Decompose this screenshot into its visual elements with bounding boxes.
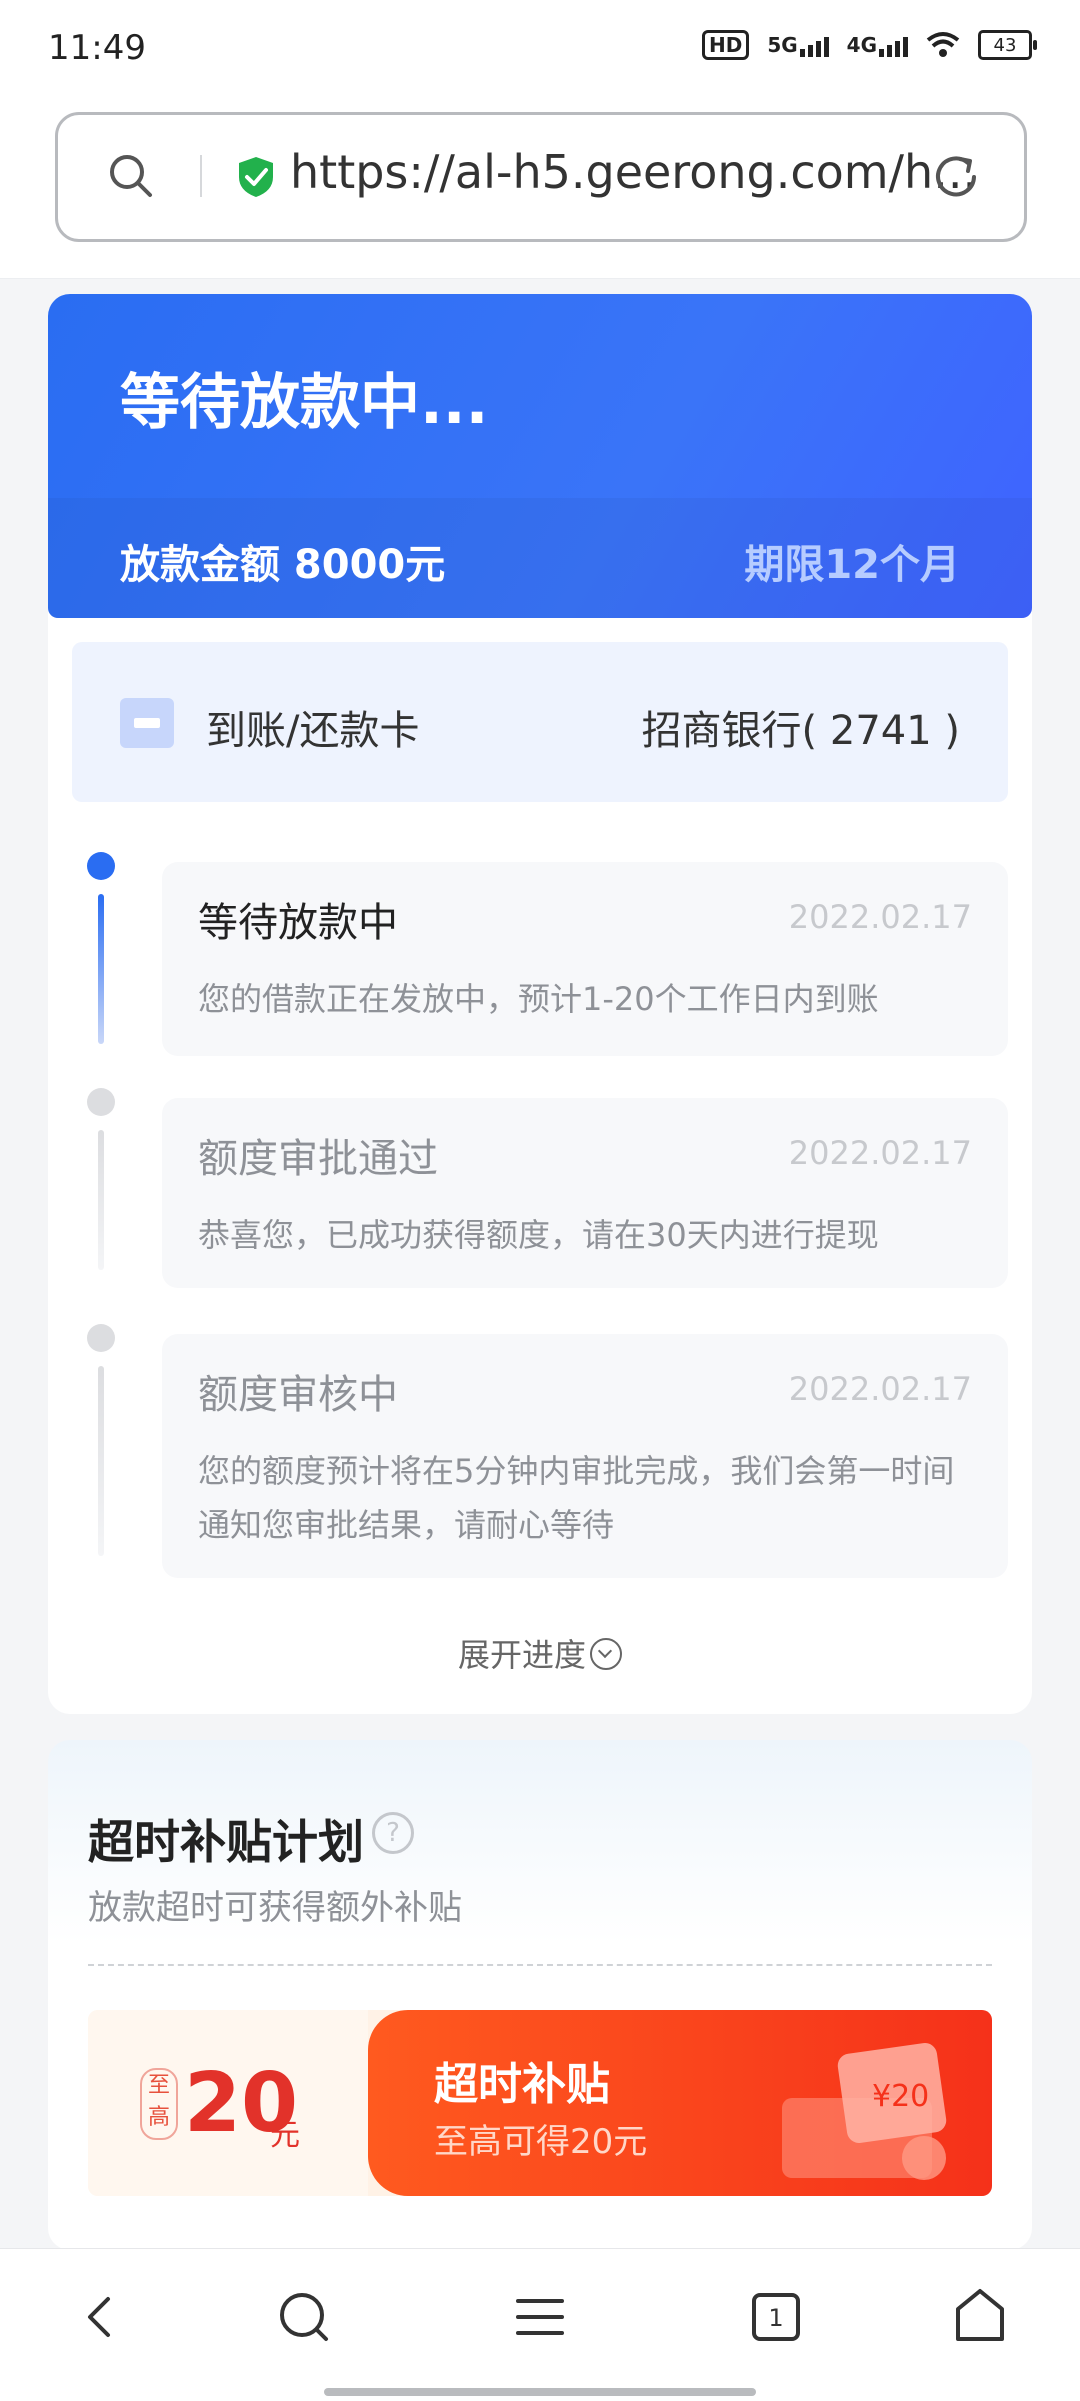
- timeline-dot: [87, 1088, 115, 1116]
- divider: [200, 155, 202, 197]
- timeline-box: 额度审核中 2022.02.17 您的额度预计将在5分钟内审批完成，我们会第一时…: [162, 1334, 1008, 1578]
- subsidy-card: 超时补贴计划 ? 放款超时可获得额外补贴 至高 20 元 超时补贴 至高可得20…: [48, 1740, 1032, 2250]
- refresh-icon[interactable]: [930, 151, 982, 203]
- timeline-date: 2022.02.17: [788, 898, 972, 936]
- timeline-dot-active: [87, 852, 115, 880]
- timeline-box: 额度审批通过 2022.02.17 恭喜您，已成功获得额度，请在30天内进行提现: [162, 1098, 1008, 1288]
- coupon-title: 超时补贴: [434, 2059, 610, 2110]
- timeline-dot: [87, 1324, 115, 1352]
- timeline-line: [98, 894, 104, 1044]
- timeline-item: 额度审核中 2022.02.17 您的额度预计将在5分钟内审批完成，我们会第一时…: [48, 1324, 1032, 1578]
- bank-card-label: 到账/还款卡: [206, 708, 420, 754]
- subsidy-coupon[interactable]: 至高 20 元 超时补贴 至高可得20元 ¥20: [88, 2010, 992, 2196]
- loan-status-card: 等待放款中... 放款金额 8000元 期限12个月 到账/还款卡 招商银行( …: [48, 294, 1032, 1714]
- chevron-down-icon: [590, 1638, 622, 1670]
- bank-card-row[interactable]: 到账/还款卡 招商银行( 2741 ): [72, 642, 1008, 802]
- timeline-desc: 您的额度预计将在5分钟内审批完成，我们会第一时间通知您审批结果，请耐心等待: [198, 1452, 955, 1544]
- timeline-line: [98, 1366, 104, 1556]
- help-icon[interactable]: ?: [372, 1812, 414, 1854]
- status-bar: 11:49 HD 5G 4G 43: [0, 0, 1080, 100]
- timeline-box: 等待放款中 2022.02.17 您的借款正在发放中，预计1-20个工作日内到账: [162, 862, 1008, 1056]
- search-icon[interactable]: [106, 151, 154, 199]
- tabs-icon[interactable]: 1: [736, 2277, 816, 2357]
- timeline-item: 额度审批通过 2022.02.17 恭喜您，已成功获得额度，请在30天内进行提现: [48, 1088, 1032, 1292]
- hd-voice-icon: HD: [701, 30, 750, 60]
- timeline-desc: 恭喜您，已成功获得额度，请在30天内进行提现: [198, 1216, 879, 1254]
- browser-toolbar: https://al-h5.geerong.com/h...: [0, 100, 1080, 279]
- loan-term: 期限12个月: [744, 542, 960, 588]
- timeline-desc: 您的借款正在发放中，预计1-20个工作日内到账: [198, 980, 879, 1018]
- red-envelope-icon: ¥20: [782, 2043, 947, 2180]
- coupon-art-text: ¥20: [872, 2079, 929, 2114]
- menu-icon[interactable]: [500, 2277, 580, 2357]
- timeline-item: 等待放款中 2022.02.17 您的借款正在发放中，预计1-20个工作日内到账: [48, 852, 1032, 1056]
- subsidy-subtitle: 放款超时可获得额外补贴: [88, 1888, 462, 1928]
- coupon-right: 超时补贴 至高可得20元 ¥20: [368, 2010, 992, 2196]
- timeline-title: 额度审批通过: [198, 1136, 438, 1182]
- net-label-4g: 4G: [846, 33, 877, 57]
- bank-card-value: 招商银行( 2741 ): [641, 708, 960, 754]
- card-icon: [120, 698, 174, 748]
- wifi-icon: [926, 32, 960, 57]
- address-bar[interactable]: https://al-h5.geerong.com/h...: [55, 112, 1027, 242]
- coupon-subtitle: 至高可得20元: [434, 2122, 648, 2162]
- home-indicator[interactable]: [324, 2388, 756, 2396]
- coupon-unit: 元: [270, 2118, 300, 2153]
- signal-4g-icon: 4G: [847, 33, 908, 57]
- status-title: 等待放款中...: [120, 368, 489, 438]
- timeline-title: 等待放款中: [198, 900, 398, 946]
- browser-bottom-nav: 1: [0, 2248, 1080, 2401]
- status-icons: HD 5G 4G 43: [701, 30, 1037, 60]
- signal-5g-icon: 5G: [767, 33, 829, 57]
- status-time: 11:49: [48, 28, 146, 68]
- timeline-date: 2022.02.17: [788, 1134, 972, 1172]
- dashed-divider: [88, 1964, 992, 1966]
- coupon-badge: 至高: [140, 2068, 178, 2140]
- shield-check-icon: [239, 157, 273, 197]
- home-icon[interactable]: [940, 2277, 1020, 2357]
- subsidy-title: 超时补贴计划: [88, 1815, 364, 1869]
- coupon-left: 至高 20 元: [88, 2010, 368, 2196]
- battery-icon: 43: [978, 30, 1037, 60]
- back-icon[interactable]: [62, 2277, 142, 2357]
- expand-label: 展开进度: [457, 1636, 586, 1674]
- search-icon[interactable]: [264, 2277, 344, 2357]
- timeline-line: [98, 1130, 104, 1270]
- loan-amount: 放款金额 8000元: [120, 542, 446, 588]
- expand-progress-button[interactable]: 展开进度: [48, 1630, 1032, 1676]
- timeline-date: 2022.02.17: [788, 1370, 972, 1408]
- url-text[interactable]: https://al-h5.geerong.com/h...: [290, 145, 977, 199]
- status-banner: 等待放款中... 放款金额 8000元 期限12个月: [48, 294, 1032, 618]
- timeline-title: 额度审核中: [198, 1372, 398, 1418]
- net-label-5g: 5G: [767, 33, 798, 57]
- tabs-count: 1: [768, 2304, 783, 2332]
